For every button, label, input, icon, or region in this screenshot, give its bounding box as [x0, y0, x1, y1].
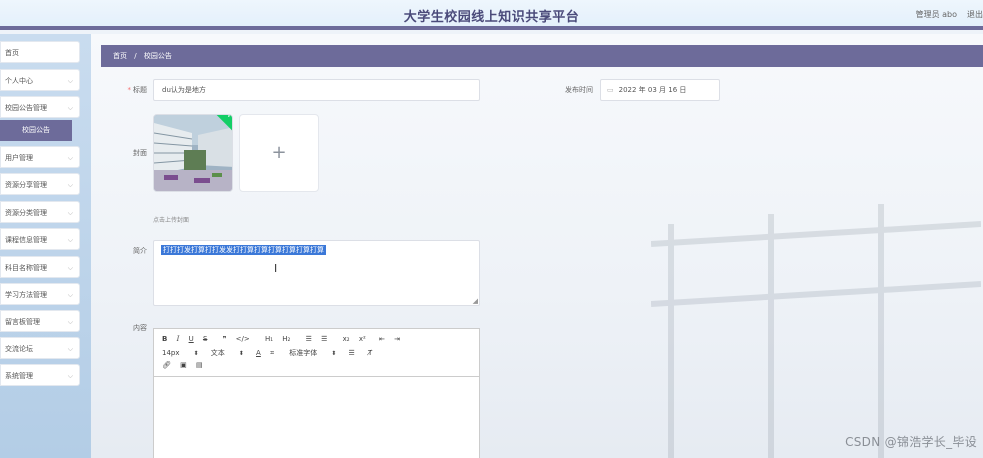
text-cursor-icon: I	[274, 262, 278, 275]
toolbar-row-1: B I U S ❞ </> H₁ H₂ ☰ ☰ x₂ x² ⇤ ⇥	[162, 335, 407, 343]
sidebar-item-label: 科目名称管理	[5, 264, 47, 272]
font-color-icon[interactable]: A	[256, 349, 261, 357]
sidebar-subitem-notice[interactable]: 校园公告	[0, 120, 72, 141]
chevron-down-icon: ⌵	[67, 318, 73, 326]
paragraph-select[interactable]: 文本 ⬍	[211, 348, 244, 358]
sidebar-item-resource-share[interactable]: 资源分享管理 ⌵	[0, 173, 80, 195]
sidebar-item-home[interactable]: 首页	[0, 41, 80, 63]
cover-upload-hint: 点击上传封面	[153, 217, 190, 224]
underline-icon[interactable]: U	[189, 335, 194, 343]
sidebar-item-label: 留言板管理	[5, 318, 40, 326]
required-marker: *	[127, 86, 132, 94]
editor-toolbar: B I U S ❞ </> H₁ H₂ ☰ ☰ x₂ x² ⇤ ⇥ 14px ⬍ …	[154, 329, 479, 377]
csdn-watermark: CSDN @锦浩学长_毕设	[845, 435, 977, 449]
chevron-down-icon: ⌵	[67, 181, 73, 189]
sidebar-item-label: 校园公告管理	[5, 104, 47, 112]
video-icon[interactable]: ▤	[196, 361, 203, 369]
summary-label: 简介	[133, 247, 147, 255]
top-header: 大学生校园线上知识共享平台 管理员 abo 退出	[0, 0, 983, 30]
app-title: 大学生校园线上知识共享平台	[403, 10, 580, 25]
sidebar-item-profile[interactable]: 个人中心 ⌵	[0, 69, 80, 91]
sidebar-item-notice-management[interactable]: 校园公告管理 ⌵	[0, 96, 80, 118]
chevron-down-icon: ⌵	[67, 291, 73, 299]
blockquote-icon[interactable]: ❞	[223, 335, 227, 343]
strikethrough-icon[interactable]: S	[203, 335, 207, 343]
chevron-down-icon: ⌵	[67, 345, 73, 353]
sidebar-item-label: 学习方法管理	[5, 291, 47, 299]
publish-time-label: 发布时间	[565, 86, 593, 94]
logout-link[interactable]: 退出	[967, 9, 983, 20]
bold-icon[interactable]: B	[162, 335, 167, 343]
breadcrumb-current: 校园公告	[143, 52, 172, 60]
sidebar-item-label: 首页	[5, 49, 19, 57]
bullet-list-icon[interactable]: ☰	[321, 335, 327, 343]
upload-cover-button[interactable]: +	[239, 114, 319, 192]
chevron-down-icon: ⌵	[67, 154, 73, 162]
title-label: * 标题	[127, 86, 148, 94]
sidebar-item-label: 用户管理	[5, 154, 33, 162]
current-user[interactable]: 管理员 abo	[916, 9, 957, 20]
chevron-down-icon: ⌵	[67, 264, 73, 272]
toolbar-row-3: 🔗︎ ▣ ▤	[162, 361, 210, 369]
background-color-icon[interactable]: ⌗	[270, 349, 274, 358]
rich-text-editor[interactable]: B I U S ❞ </> H₁ H₂ ☰ ☰ x₂ x² ⇤ ⇥ 14px ⬍ …	[153, 328, 480, 458]
font-size-select[interactable]: 14px ⬍	[162, 349, 199, 357]
ordered-list-icon[interactable]: ☰	[306, 335, 312, 343]
toolbar-row-2: 14px ⬍ 文本 ⬍ A ⌗ 标准字体 ⬍ ☰ T̸	[162, 348, 379, 358]
subscript-icon[interactable]: x₂	[343, 335, 350, 343]
heading-2-icon[interactable]: H₂	[282, 335, 290, 343]
superscript-icon[interactable]: x²	[359, 335, 366, 343]
content-label: 内容	[133, 324, 147, 332]
outdent-icon[interactable]: ⇤	[379, 335, 385, 343]
sidebar-item-label: 资源分享管理	[5, 181, 47, 189]
sidebar-item-label: 资源分类管理	[5, 209, 47, 217]
updown-arrow-icon: ⬍	[193, 350, 199, 357]
summary-textarea[interactable]: 打打打发打算打打发发打打算打算打算打算打算打算 ◢	[153, 240, 480, 306]
sidebar-item-system[interactable]: 系统管理 ⌵	[0, 364, 80, 386]
main-content: 首页 / 校园公告 * 标题 du认为是地方 发布时间 ▭ 2022 年 03 月 …	[91, 34, 983, 458]
code-block-icon[interactable]: </>	[236, 335, 250, 343]
sidebar-item-course[interactable]: 课程信息管理 ⌵	[0, 228, 80, 250]
title-input[interactable]: du认为是地方	[153, 79, 480, 101]
updown-arrow-icon: ⬍	[238, 350, 244, 357]
heading-1-icon[interactable]: H₁	[265, 335, 273, 343]
calendar-icon: ▭	[607, 86, 614, 94]
summary-selected-text: 打打打发打算打打发发打打算打算打算打算打算打算	[161, 245, 326, 255]
chevron-down-icon: ⌵	[67, 209, 73, 217]
sidebar-item-resource-category[interactable]: 资源分类管理 ⌵	[0, 201, 80, 223]
sidebar-item-study-method[interactable]: 学习方法管理 ⌵	[0, 283, 80, 305]
building-photo-image	[154, 115, 232, 191]
link-icon[interactable]: 🔗︎	[162, 361, 171, 369]
updown-arrow-icon: ⬍	[331, 350, 337, 357]
italic-icon[interactable]: I	[177, 335, 180, 343]
chevron-down-icon: ⌵	[67, 236, 73, 244]
sidebar-item-forum[interactable]: 交流论坛 ⌵	[0, 337, 80, 359]
plus-icon: +	[271, 142, 287, 163]
cover-image-thumbnail[interactable]: ✓	[153, 114, 233, 192]
font-family-select[interactable]: 标准字体 ⬍	[289, 348, 336, 358]
sidebar-item-label: 系统管理	[5, 372, 33, 380]
breadcrumb-separator: /	[134, 52, 137, 60]
sidebar-item-message-board[interactable]: 留言板管理 ⌵	[0, 310, 80, 332]
clear-format-icon[interactable]: T̸	[368, 349, 372, 357]
breadcrumb: 首页 / 校园公告	[101, 45, 983, 67]
background-fence-decoration	[651, 204, 981, 458]
sidebar-item-label: 课程信息管理	[5, 236, 47, 244]
publish-time-picker[interactable]: ▭ 2022 年 03 月 16 日	[600, 79, 720, 101]
breadcrumb-home[interactable]: 首页	[113, 52, 127, 60]
chevron-down-icon: ⌵	[67, 77, 73, 85]
sidebar-item-label: 交流论坛	[5, 345, 33, 353]
sidebar: 首页 个人中心 ⌵ 校园公告管理 ⌵ 校园公告 用户管理 ⌵ 资源分享管理 ⌵ …	[0, 34, 91, 458]
chevron-up-icon: ⌵	[67, 104, 73, 112]
indent-icon[interactable]: ⇥	[394, 335, 400, 343]
image-icon[interactable]: ▣	[180, 361, 187, 369]
check-icon: ✓	[227, 114, 233, 120]
resize-handle-icon[interactable]: ◢	[473, 297, 478, 305]
sidebar-item-users[interactable]: 用户管理 ⌵	[0, 146, 80, 168]
chevron-down-icon: ⌵	[67, 372, 73, 380]
sidebar-item-subject[interactable]: 科目名称管理 ⌵	[0, 256, 80, 278]
align-icon[interactable]: ☰	[349, 349, 355, 357]
cover-label: 封面	[133, 149, 147, 157]
sidebar-item-label: 个人中心	[5, 77, 33, 85]
